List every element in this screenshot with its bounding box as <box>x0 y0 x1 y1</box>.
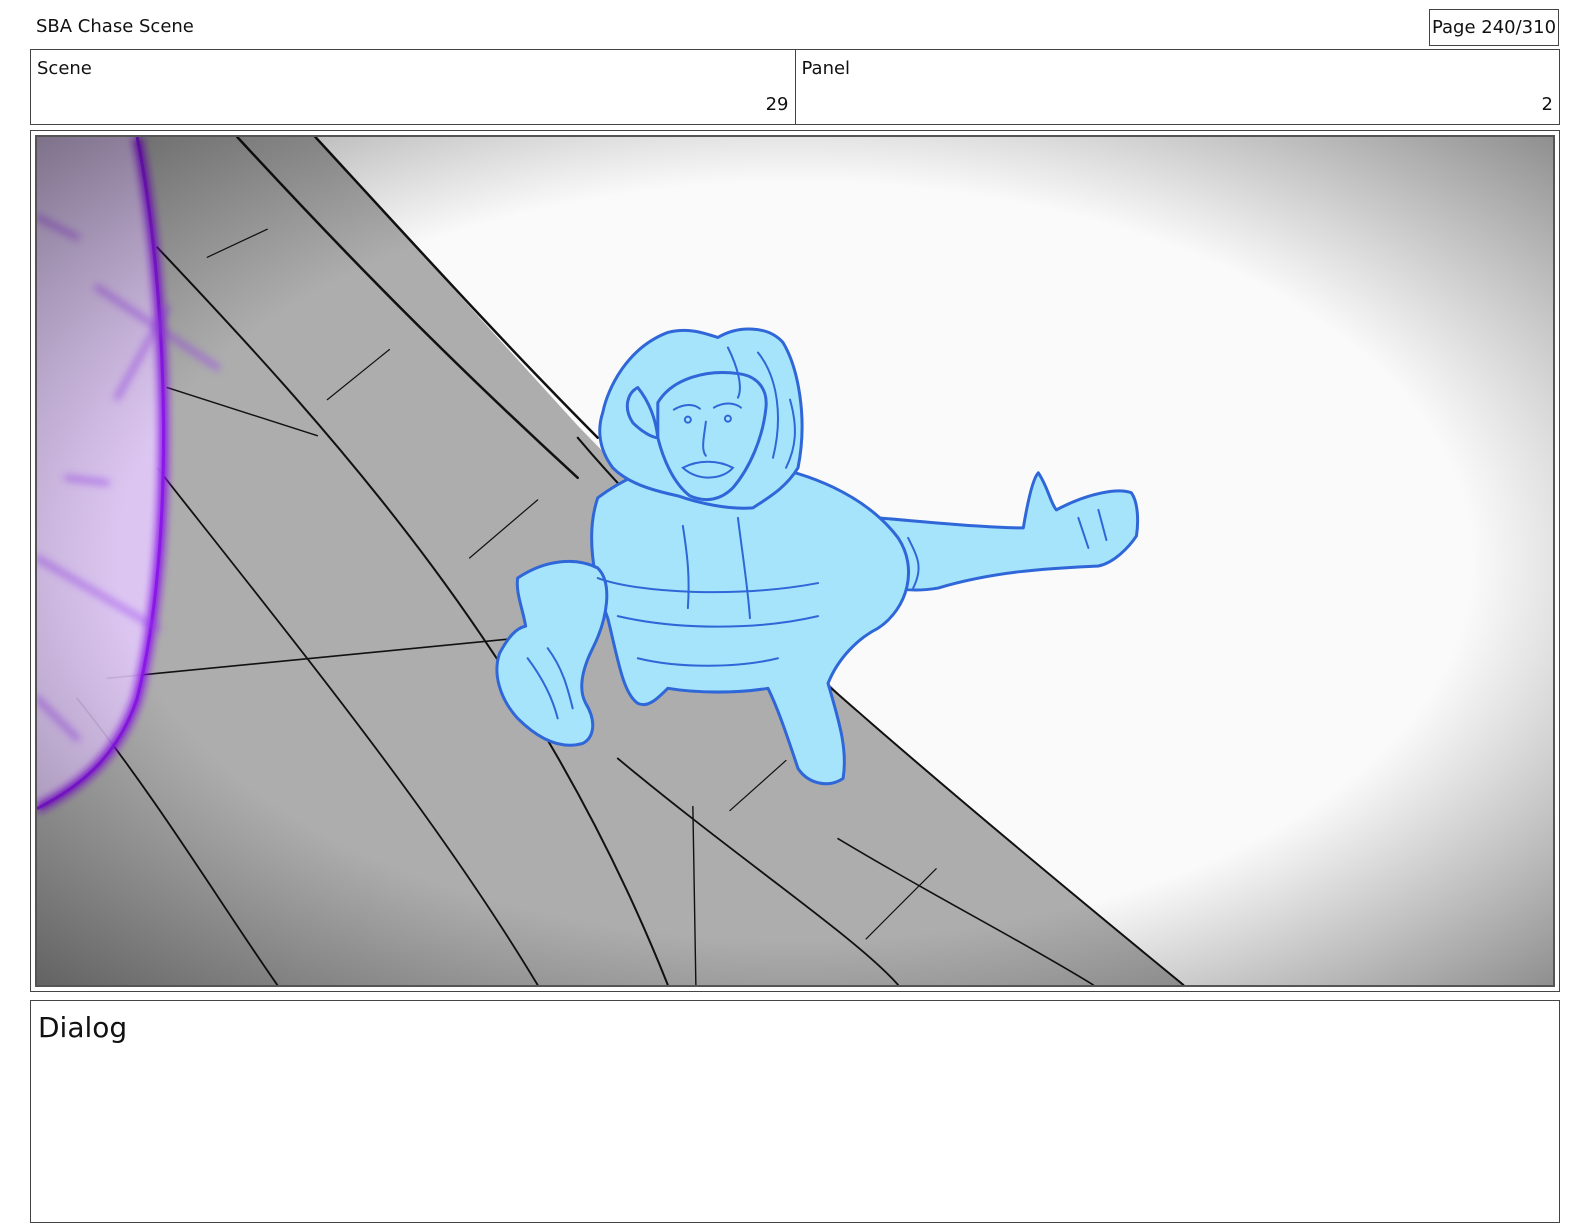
panel-label: Panel <box>801 58 851 79</box>
sketch-illustration <box>37 137 1553 985</box>
scene-number: 29 <box>765 94 789 115</box>
scene-cell: Scene 29 <box>31 50 795 124</box>
dialog-label: Dialog <box>38 1011 128 1044</box>
panel-number: 2 <box>1541 94 1553 115</box>
document-title: SBA Chase Scene <box>36 16 194 37</box>
panel-cell: Panel 2 <box>794 50 1560 124</box>
dialog-box: Dialog <box>30 1000 1560 1223</box>
scene-label: Scene <box>37 58 92 79</box>
vignette <box>37 137 1553 985</box>
scene-panel-row: Scene 29 Panel 2 <box>30 49 1560 125</box>
storyboard-frame <box>30 130 1560 992</box>
storyboard-image <box>35 135 1555 987</box>
page-indicator: Page 240/310 <box>1429 9 1559 46</box>
